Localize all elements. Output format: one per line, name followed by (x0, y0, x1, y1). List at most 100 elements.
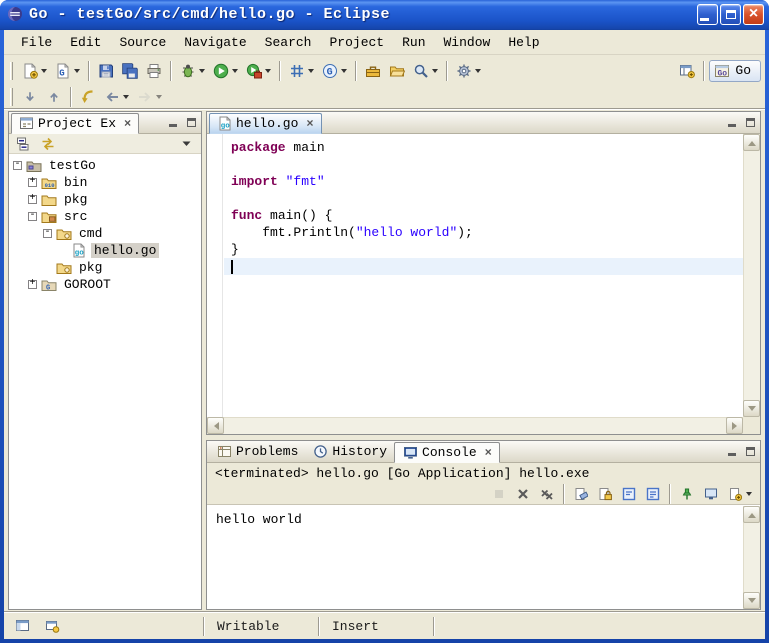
clear-console-button[interactable] (570, 483, 592, 505)
dropdown-arrow-icon[interactable] (41, 69, 47, 73)
maximize-view-button[interactable] (742, 114, 758, 130)
tree-item-cmd[interactable]: cmd (9, 225, 201, 242)
menu-search[interactable]: Search (256, 32, 321, 53)
minimize-view-button[interactable] (165, 114, 181, 130)
save-button[interactable] (95, 60, 117, 82)
tree-item-bin[interactable]: 010bin (9, 174, 201, 191)
save-all-button[interactable] (119, 60, 141, 82)
tree-item-hello-go[interactable]: gohello.go (9, 242, 201, 259)
editor-tab-hello-go[interactable]: go hello.go (209, 113, 322, 134)
scroll-left-button[interactable] (207, 417, 224, 434)
menu-project[interactable]: Project (320, 32, 393, 53)
terminate-button[interactable] (488, 483, 510, 505)
tree-expander[interactable] (28, 280, 37, 289)
tab-console[interactable]: Console (394, 442, 500, 463)
open-folder-button[interactable] (386, 60, 408, 82)
show-stdout-button[interactable] (642, 483, 664, 505)
dropdown-arrow-icon[interactable] (432, 69, 438, 73)
dropdown-arrow-icon[interactable] (123, 95, 129, 99)
dropdown-arrow-icon[interactable] (308, 69, 314, 73)
go-tools-button[interactable] (453, 60, 484, 82)
menu-run[interactable]: Run (393, 32, 434, 53)
dropdown-arrow-icon[interactable] (232, 69, 238, 73)
minimize-view-button[interactable] (724, 114, 740, 130)
dropdown-arrow-icon[interactable] (475, 69, 481, 73)
close-icon[interactable] (306, 118, 313, 130)
editor-vertical-scrollbar[interactable] (743, 134, 760, 417)
toolbox-button[interactable] (362, 60, 384, 82)
scroll-lock-button[interactable] (594, 483, 616, 505)
menu-navigate[interactable]: Navigate (175, 32, 255, 53)
scroll-right-button[interactable] (726, 417, 743, 434)
close-icon[interactable] (485, 447, 492, 459)
project-explorer-tab[interactable]: Project Ex (11, 113, 139, 134)
display-console-button[interactable] (700, 483, 722, 505)
show-view-button[interactable] (41, 615, 63, 637)
tree-item-goroot[interactable]: GGOROOT (9, 276, 201, 293)
menu-window[interactable]: Window (435, 32, 500, 53)
console-output-area[interactable]: hello world (207, 506, 760, 609)
next-annotation-button[interactable] (19, 86, 41, 108)
debug-button[interactable] (177, 60, 208, 82)
dropdown-arrow-icon[interactable] (746, 492, 752, 496)
toolbar-grip[interactable] (10, 88, 13, 106)
scroll-down-button[interactable] (743, 400, 760, 417)
new-go-app-button[interactable] (286, 60, 317, 82)
scroll-up-button[interactable] (743, 506, 760, 523)
menu-file[interactable]: File (12, 32, 61, 53)
search-button[interactable] (410, 60, 441, 82)
minimize-button[interactable] (697, 4, 718, 25)
tree-item-src[interactable]: src (9, 208, 201, 225)
last-edit-location-button[interactable] (77, 86, 99, 108)
tree-item-pkg[interactable]: pkg (9, 259, 201, 276)
open-perspective-button[interactable] (676, 60, 698, 82)
fast-view-button[interactable] (12, 615, 34, 637)
tree-item-pkg[interactable]: pkg (9, 191, 201, 208)
menu-help[interactable]: Help (499, 32, 548, 53)
project-tree[interactable]: testGo010binpkgsrccmdgohello.gopkgGGOROO… (9, 154, 201, 609)
pin-console-button[interactable] (676, 483, 698, 505)
external-tools-button[interactable] (243, 60, 274, 82)
remove-launch-button[interactable] (512, 483, 534, 505)
forward-button[interactable] (134, 86, 165, 108)
view-menu-button[interactable] (175, 133, 197, 155)
word-wrap-button[interactable] (618, 483, 640, 505)
menu-edit[interactable]: Edit (61, 32, 110, 53)
prev-annotation-button[interactable] (43, 86, 65, 108)
close-icon[interactable] (124, 118, 131, 130)
dropdown-arrow-icon[interactable] (199, 69, 205, 73)
link-with-editor-button[interactable] (37, 133, 59, 155)
scroll-up-button[interactable] (743, 134, 760, 151)
menu-source[interactable]: Source (110, 32, 175, 53)
tree-expander[interactable] (28, 178, 37, 187)
go-element-button[interactable]: G (319, 60, 350, 82)
print-button[interactable] (143, 60, 165, 82)
tree-expander[interactable] (43, 229, 52, 238)
remove-all-button[interactable] (536, 483, 558, 505)
run-button[interactable] (210, 60, 241, 82)
minimize-view-button[interactable] (724, 443, 740, 459)
tree-item-testgo[interactable]: testGo (9, 157, 201, 174)
dropdown-arrow-icon[interactable] (156, 95, 162, 99)
editor-horizontal-scrollbar[interactable] (207, 417, 743, 434)
open-console-button[interactable] (724, 483, 755, 505)
tree-expander[interactable] (28, 212, 37, 221)
back-button[interactable] (101, 86, 132, 108)
tree-expander[interactable] (13, 161, 22, 170)
collapse-all-button[interactable] (13, 133, 35, 155)
go-perspective-button[interactable]: Go Go (709, 60, 761, 82)
dropdown-arrow-icon[interactable] (265, 69, 271, 73)
dropdown-arrow-icon[interactable] (74, 69, 80, 73)
tab-history[interactable]: History (305, 441, 394, 462)
dropdown-arrow-icon[interactable] (341, 69, 347, 73)
tab-problems[interactable]: Problems (209, 441, 305, 462)
maximize-view-button[interactable] (742, 443, 758, 459)
titlebar[interactable]: Go - testGo/src/cmd/hello.go - Eclipse (0, 0, 769, 30)
maximize-button[interactable] (720, 4, 741, 25)
scroll-down-button[interactable] (743, 592, 760, 609)
toolbar-grip[interactable] (10, 62, 13, 80)
maximize-view-button[interactable] (183, 114, 199, 130)
new-go-element-button[interactable]: G (52, 60, 83, 82)
new-wizard-button[interactable] (19, 60, 50, 82)
code-area[interactable]: package mainimport "fmt"func main() { fm… (224, 134, 743, 417)
